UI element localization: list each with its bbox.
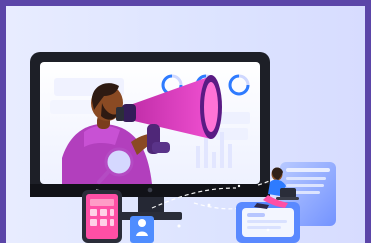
illustration-svg	[30, 52, 336, 243]
image-frame	[0, 0, 371, 243]
phone-device	[82, 190, 122, 243]
profile-card	[130, 216, 154, 243]
marketing-illustration	[6, 6, 365, 243]
